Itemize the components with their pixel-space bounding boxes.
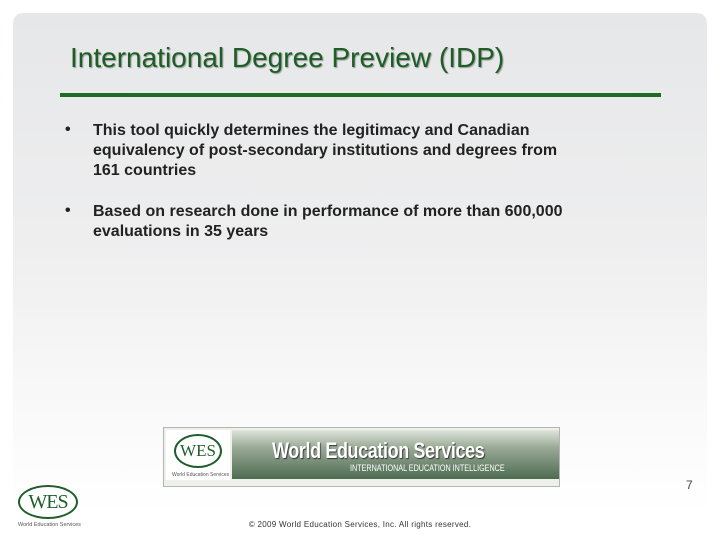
wes-logo-icon: WES (174, 434, 222, 468)
page-number: 7 (686, 478, 693, 492)
banner-name: World Education Services (272, 438, 485, 463)
copyright: © 2009 World Education Services, Inc. Al… (248, 520, 472, 529)
footer-wes-logo-icon: WES (18, 485, 78, 519)
bullet-marker: • (65, 202, 71, 219)
wes-banner: WES World Education Services World Educa… (163, 427, 560, 487)
banner-bar: World Education Services INTERNATIONAL E… (232, 430, 559, 479)
banner-tagline: INTERNATIONAL EDUCATION INTELLIGENCE (350, 463, 505, 473)
banner-logo-subtext: World Education Services (172, 472, 230, 478)
slide-title: International Degree Preview (IDP) (70, 42, 505, 73)
banner-logo: WES World Education Services (166, 430, 230, 480)
bullet-text: Based on research done in performance of… (93, 203, 563, 240)
title-divider (60, 93, 661, 97)
bullet-marker: • (65, 121, 71, 138)
bullet-text: This tool quickly determines the legitim… (93, 122, 558, 179)
